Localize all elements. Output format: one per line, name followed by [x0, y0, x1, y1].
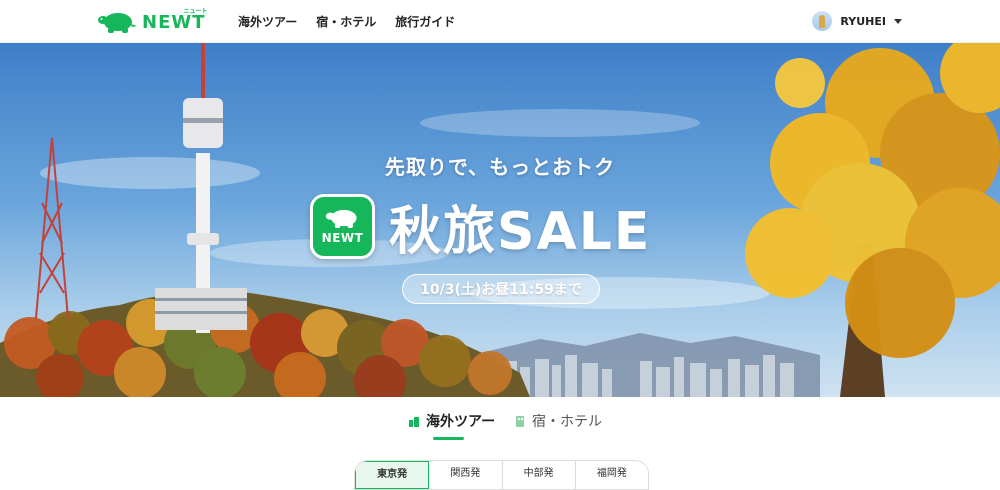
departure-selector: 東京発 関西発 中部発 福岡発 [354, 460, 649, 490]
chevron-down-icon [894, 18, 902, 24]
nav-item-hotel[interactable]: 宿・ホテル [316, 13, 376, 30]
departure-chubu[interactable]: 中部発 [502, 461, 576, 489]
departure-kansai[interactable]: 関西発 [429, 461, 503, 489]
sale-deadline-badge: 10/3(土)お昼11:59まで [402, 274, 600, 304]
tab-hotel[interactable]: 宿・ホテル [514, 411, 602, 431]
category-tabs: 海外ツアー 宿・ホテル [0, 397, 1000, 443]
departure-fukuoka[interactable]: 福岡発 [575, 461, 648, 489]
site-header: NEWT ニュート 海外ツアー 宿・ホテル 旅行ガイド RYUHEI [0, 0, 1000, 43]
avatar [812, 11, 833, 31]
nav-item-travel-guide[interactable]: 旅行ガイド [395, 13, 455, 30]
user-menu[interactable]: RYUHEI [812, 10, 902, 32]
app-icon-wordmark: NEWT [321, 231, 364, 245]
main-nav: 海外ツアー 宿・ホテル 旅行ガイド [238, 0, 455, 43]
hero-subtitle: 先取りで、もっとおトク [384, 155, 616, 179]
tab-label: 宿・ホテル [532, 414, 602, 430]
hero-title-row: NEWT 秋旅SALE [310, 193, 651, 262]
logo-wordmark: NEWT ニュート [142, 7, 208, 33]
sale-hero-banner[interactable]: 先取りで、もっとおトク NEWT 秋旅SALE 10/3(土)お昼11:59まで [0, 43, 1000, 397]
turtle-logo-icon [98, 13, 137, 33]
tour-icon [409, 417, 419, 427]
departure-tokyo[interactable]: 東京発 [355, 461, 430, 489]
active-tab-indicator [433, 437, 464, 440]
tab-overseas-tour[interactable]: 海外ツアー [408, 411, 495, 431]
user-name: RYUHEI [840, 14, 886, 28]
logo-kana: ニュート [183, 7, 208, 15]
tab-label: 海外ツアー [426, 414, 496, 430]
hotel-icon [516, 416, 524, 427]
turtle-icon [325, 209, 357, 228]
hero-title: 秋旅SALE [389, 201, 652, 262]
newt-app-icon: NEWT [310, 193, 375, 259]
nav-item-overseas-tour[interactable]: 海外ツアー [238, 13, 297, 30]
newt-logo[interactable]: NEWT ニュート [96, 7, 208, 37]
